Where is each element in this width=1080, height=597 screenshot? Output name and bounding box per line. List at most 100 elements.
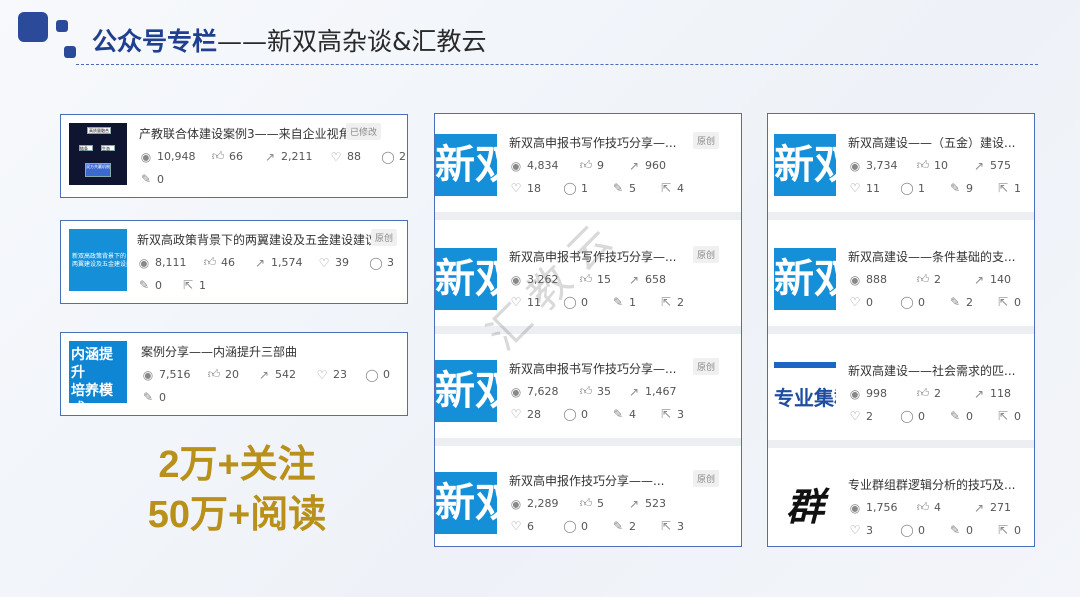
stat-views: ◉ 10,948 [140,149,196,164]
article-thumbnail: 高质量融合 链条 生态 双方共赢机制 [69,123,127,185]
export-icon: ⇱ [660,407,672,421]
stat-edits: ✎ 0 [138,278,162,292]
eye-icon: ◉ [510,158,522,173]
article-title[interactable]: 产教联合体建设案例3——来自企业视角 [139,125,351,142]
pen-icon: ✎ [612,407,624,421]
article-title[interactable]: 案例分享——内涵提升三部曲 [141,343,297,360]
heart-icon: ♡ [510,519,522,533]
article-card[interactable]: 群 专业群组群逻辑分析的技巧及... ◉ 1,756 👍︎ 4 ↗ 271 ♡ 3 ◯ 0… [768,456,1034,546]
pen-icon: ✎ [140,172,152,186]
article-card[interactable]: 新双 新双高申报作技巧分享——... 原创 ◉2,289 👍︎5 ↗523 ♡6… [435,452,741,546]
share-icon: ↗ [973,158,985,173]
article-thumbnail: 新双 [435,360,497,422]
heart-icon: ♡ [849,523,861,537]
stat-favorites: ♡ 23 [316,367,347,382]
article-card[interactable]: 专业集群 新双高建设——社会需求的匹... ◉998 👍︎2 ↗118 ♡2 ◯… [768,342,1034,448]
article-thumbnail: 新双 [435,134,497,196]
stat-views: ◉ 8,111 [138,255,187,270]
article-thumbnail: 新双高政策背景下的 两翼建设及五金建设建议 [69,229,138,291]
article-title[interactable]: 新双高建设——条件基础的支... [848,248,1028,265]
thumbs-up-icon: 👍︎ [916,386,930,400]
stat-shares: ↗ 1,574 [254,255,303,270]
comment-icon: ◯ [900,181,914,195]
article-title[interactable]: 新双高建设——（五金）建设... [848,134,1028,151]
article-title[interactable]: 新双高申报作技巧分享——... [509,472,664,489]
heart-icon: ♡ [330,149,342,164]
heart-icon: ♡ [849,409,861,423]
eye-icon: ◉ [510,384,522,399]
share-icon: ↗ [628,158,640,173]
share-icon: ↗ [258,367,270,382]
thumbs-up-icon: 👍︎ [579,158,593,172]
export-icon: ⇱ [660,295,672,309]
stat-views: ◉ 7,516 [142,367,191,382]
heart-icon: ♡ [510,407,522,421]
pen-icon: ✎ [949,295,961,309]
stat-favorites: ♡ 39 [318,255,349,270]
article-card[interactable]: 内涵提升 培养模式 案例分享——内涵提升三部曲 ◉7,516 👍︎20 ↗542… [60,332,408,416]
thumbs-up-icon: 👍︎ [203,255,217,269]
article-card[interactable]: 新双高政策背景下的 两翼建设及五金建设建议 新双高政策背景下的两翼建设及五金建设… [60,220,408,304]
stat-comments: ◯ 3 [369,255,394,270]
comment-icon: ◯ [365,367,379,382]
heart-icon: ♡ [849,295,861,309]
stat-comments: ◯ 2 [381,149,406,164]
comment-icon: ◯ [563,407,577,421]
share-icon: ↗ [973,500,985,515]
article-thumbnail: 专业集群 [774,362,836,424]
pen-icon: ✎ [612,295,624,309]
article-card[interactable]: 新双 新双高建设——条件基础的支... ◉888 👍︎2 ↗140 ♡0 ◯0 … [768,228,1034,334]
article-title[interactable]: 新双高申报书写作技巧分享—... [509,360,676,377]
article-list-panel: 新双 新双高申报书写作技巧分享—... 原创 ◉4,834 👍︎9 ↗960 ♡… [434,113,742,547]
article-thumbnail: 群 [774,476,836,538]
pen-icon: ✎ [949,523,961,537]
export-icon: ⇱ [997,295,1009,309]
article-title[interactable]: 新双高政策背景下的两翼建设及五金建设建议 [137,231,377,248]
article-title[interactable]: 专业群组群逻辑分析的技巧及... [848,476,1028,493]
followers-stat: 2万+关注 [158,444,316,486]
status-badge: 原创 [692,246,719,263]
thumbs-up-icon: 👍︎ [211,149,225,163]
pen-icon: ✎ [949,181,961,195]
page-title-main: 公众号专栏 [92,27,218,56]
pen-icon: ✎ [949,409,961,423]
comment-icon: ◯ [900,295,914,309]
stat-likes: 👍︎ 46 [203,255,235,269]
share-icon: ↗ [973,386,985,401]
highlight-text: 2万+关注 50万+阅读 [112,440,362,540]
article-title[interactable]: 新双高建设——社会需求的匹... [848,362,1028,379]
stat-favorites: ♡ 88 [330,149,361,164]
thumbs-up-icon: 👍︎ [207,367,221,381]
stat-edits: ✎ 0 [142,390,166,404]
stat-comments: ◯ 0 [365,367,390,382]
article-card[interactable]: 高质量融合 链条 生态 双方共赢机制 产教联合体建设案例3——来自企业视角 已修… [60,114,408,198]
status-badge: 已修改 [345,123,381,140]
share-icon: ↗ [264,149,276,164]
pen-icon: ✎ [612,519,624,533]
page-title: 公众号专栏——新双高杂谈&汇教云 [92,22,487,58]
share-icon: ↗ [254,255,266,270]
status-badge: 原创 [692,132,719,149]
export-icon: ⇱ [182,278,194,292]
article-title[interactable]: 新双高申报书写作技巧分享—... [509,134,676,151]
thumbs-up-icon: 👍︎ [916,272,930,286]
article-thumbnail: 新双 [774,134,836,196]
logo-blocks [18,12,78,62]
export-icon: ⇱ [997,409,1009,423]
eye-icon: ◉ [138,255,150,270]
comment-icon: ◯ [381,149,395,164]
export-icon: ⇱ [997,181,1009,195]
comment-icon: ◯ [563,181,577,195]
article-thumbnail: 新双 [774,248,836,310]
stat-shares: ↗ 2,211 [264,149,313,164]
eye-icon: ◉ [849,386,861,401]
comment-icon: ◯ [369,255,383,270]
comment-icon: ◯ [563,519,577,533]
comment-icon: ◯ [900,409,914,423]
page-title-sub: ——新双高杂谈&汇教云 [217,27,487,56]
article-card[interactable]: 新双 新双高申报书写作技巧分享—... 原创 ◉7,628 👍︎35 ↗1,46… [435,340,741,446]
stat-likes: 👍︎ 66 [211,149,243,163]
share-icon: ↗ [973,272,985,287]
article-thumbnail: 新双 [435,472,497,534]
article-card[interactable]: 新双 新双高建设——（五金）建设... ◉3,734 👍︎10 ↗575 ♡11… [768,114,1034,220]
